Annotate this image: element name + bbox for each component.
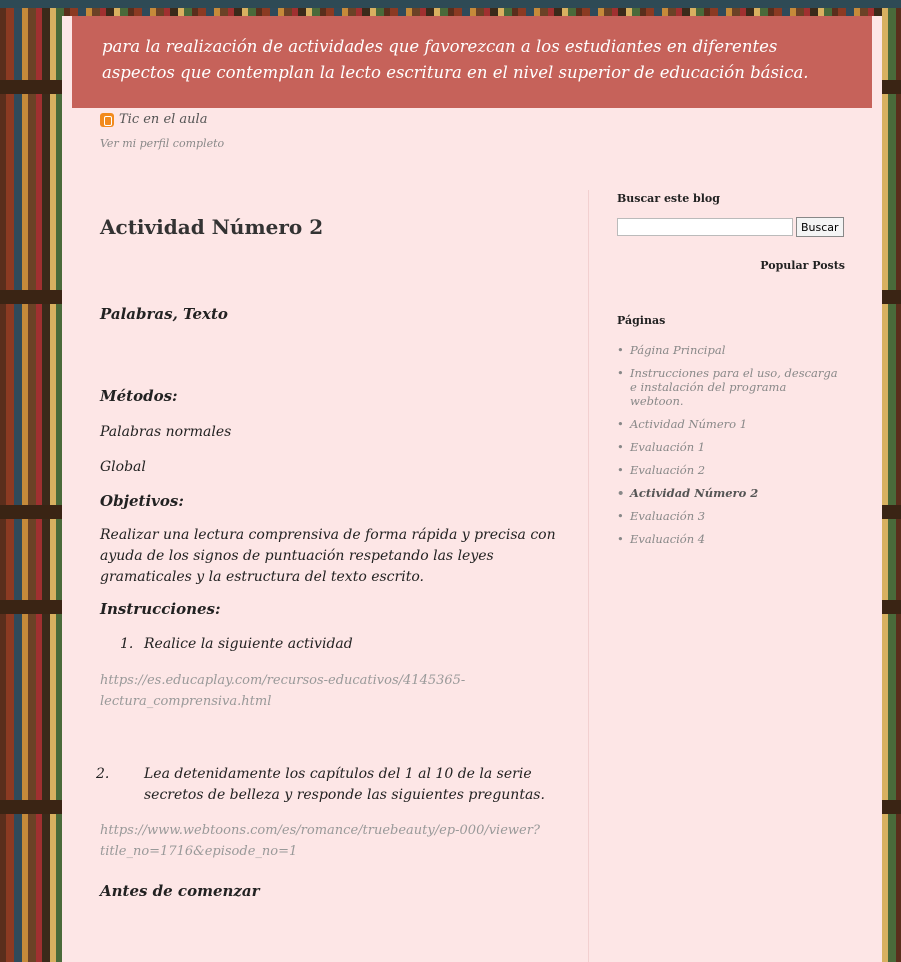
view-profile-link[interactable]: Ver mi perfil completo (100, 137, 224, 150)
page-link-instrucciones[interactable]: Instrucciones para el uso, descarga e in… (617, 366, 843, 408)
pages-heading: Páginas (617, 314, 666, 327)
blogger-icon (100, 112, 114, 127)
methods-heading: Métodos: (100, 387, 178, 405)
webtoon-link[interactable]: https://www.webtoons.com/es/romance/true… (100, 820, 570, 862)
page-link-evaluacion-3[interactable]: Evaluación 3 (617, 509, 843, 523)
sidebar: Buscar este blog Buscar Popular Posts Pá… (617, 192, 857, 555)
page-link-evaluacion-1[interactable]: Evaluación 1 (617, 440, 843, 454)
search-input[interactable] (617, 218, 793, 236)
instructions-heading: Instrucciones: (100, 600, 221, 618)
step-number: 2. (96, 766, 110, 782)
before-heading: Antes de comenzar (100, 882, 260, 900)
blog-post: Actividad Número 2 Palabras, Texto Métod… (96, 215, 570, 900)
step-text: Lea detenidamente los capítulos del 1 al… (144, 766, 545, 803)
search-form: Buscar (617, 217, 857, 237)
step-text: Realice la siguiente actividad (144, 636, 353, 652)
objectives-text: Realizar una lectura comprensiva de form… (100, 527, 556, 585)
page-link-evaluacion-4[interactable]: Evaluación 4 (617, 532, 843, 546)
profile-name-label[interactable]: Tic en el aula (119, 112, 207, 127)
search-button[interactable]: Buscar (796, 217, 844, 237)
activity-link[interactable]: https://es.educaplay.com/recursos-educat… (100, 670, 570, 712)
method-item: Palabras normales (100, 424, 232, 440)
page-link-principal[interactable]: Página Principal (617, 343, 843, 357)
pages-list: Página Principal Instrucciones para el u… (617, 343, 843, 546)
page-link-actividad-1[interactable]: Actividad Número 1 (617, 417, 843, 431)
post-subtitle: Palabras, Texto (100, 305, 228, 323)
post-title: Actividad Número 2 (100, 215, 324, 239)
page-link-actividad-2: Actividad Número 2 (617, 486, 843, 500)
header-banner: para la realización de actividades que f… (72, 16, 872, 108)
top-bar (0, 0, 901, 8)
search-heading: Buscar este blog (617, 192, 720, 205)
popular-posts-heading: Popular Posts (760, 259, 845, 272)
blog-description: para la realización de actividades que f… (102, 37, 809, 82)
column-divider (588, 190, 589, 962)
method-item: Global (100, 459, 146, 475)
profile-widget: Tic en el aula Ver mi perfil completo (100, 112, 224, 150)
profile-name[interactable]: Tic en el aula (100, 112, 224, 127)
step-number: 1. (120, 636, 134, 652)
instruction-step: 1. Realice la siguiente actividad (100, 636, 570, 652)
instruction-step: 2. Lea detenidamente los capítulos del 1 … (96, 764, 570, 806)
objectives-heading: Objetivos: (100, 492, 184, 510)
page-link-evaluacion-2[interactable]: Evaluación 2 (617, 463, 843, 477)
